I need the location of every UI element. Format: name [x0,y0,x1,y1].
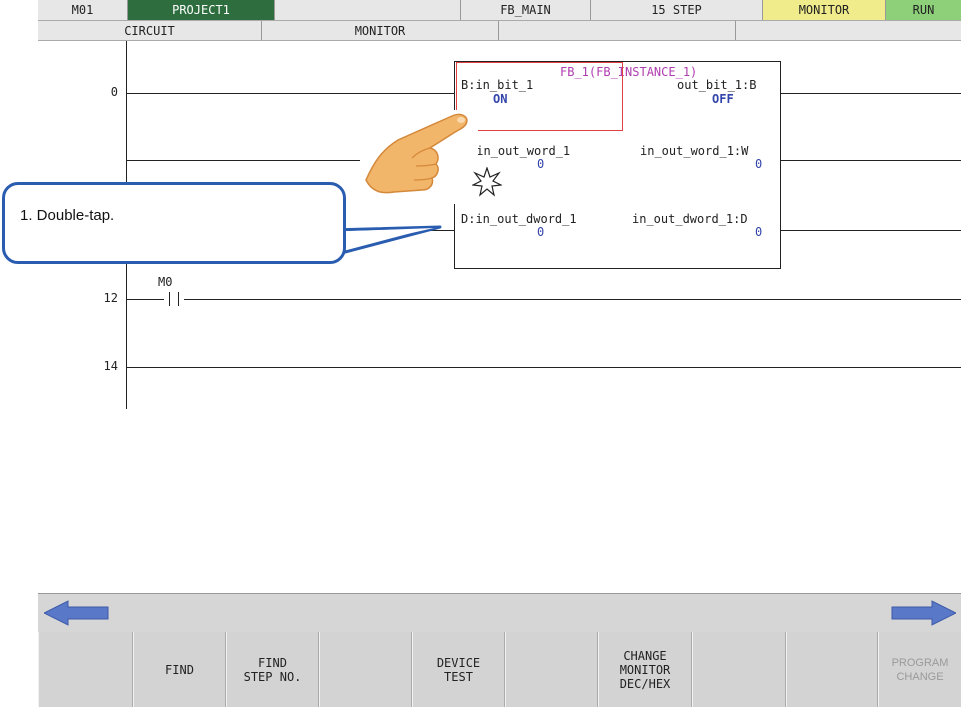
fkey-9[interactable] [786,632,878,707]
tap-target-highlight [456,62,623,131]
hand-pointer-icon [360,110,478,204]
fkey-8[interactable] [692,632,786,707]
sub-status-blank [499,21,736,40]
program-change-button[interactable]: PROGRAM CHANGE [878,632,961,707]
find-step-no-button[interactable]: FIND STEP NO. [226,632,319,707]
status-blank [275,0,461,20]
step-number: 14 [103,359,118,373]
run-badge: RUN [886,0,961,20]
contact-label: M0 [158,275,173,289]
fb-input-value: 0 [537,157,545,171]
fb-output-value: 0 [755,225,763,239]
mode-badge: MONITOR [763,0,886,20]
rung-line [126,93,454,94]
rung-line [780,93,961,94]
right-arrow-icon[interactable] [890,600,956,626]
rung-line [126,299,164,300]
fb-input-label: D:in_out_dword_1 [461,212,577,226]
plc-screen: M01 PROJECT1 FB_MAIN 15 STEP MONITOR RUN… [38,0,961,707]
machine-label: M01 [38,0,128,20]
fkey-6[interactable] [505,632,598,707]
sub-status-bar: CIRCUIT MONITOR [38,21,961,41]
fb-output-label: out_bit_1:B [677,78,757,92]
fb-input-label: :in_out_word_1 [469,144,571,158]
callout-pointer [330,225,442,258]
fb-output-value: OFF [712,92,734,106]
left-arrow-icon[interactable] [44,600,110,626]
program-name: FB_MAIN [461,0,591,20]
change-monitor-button[interactable]: CHANGE MONITOR DEC/HEX [598,632,692,707]
fb-input-value: 0 [537,225,545,239]
project-name: PROJECT1 [128,0,275,20]
status-bar: M01 PROJECT1 FB_MAIN 15 STEP MONITOR RUN [38,0,961,21]
rung-line [780,160,961,161]
fkey-4[interactable] [319,632,412,707]
fb-output-label: in_out_dword_1:D [632,212,748,226]
rung-line [126,367,961,368]
sub-status-blank-2 [736,21,961,40]
step-number: 0 [110,85,118,99]
contact-m0[interactable]: M0 [158,275,184,309]
circuit-label: CIRCUIT [38,21,262,40]
function-key-bar: FIND FIND STEP NO. DEVICE TEST CHANGE MO… [38,632,961,707]
monitor-label: MONITOR [262,21,499,40]
device-test-button[interactable]: DEVICE TEST [412,632,505,707]
rung-line [184,299,961,300]
rung-line [780,230,961,231]
fkey-1[interactable] [38,632,133,707]
find-button[interactable]: FIND [133,632,226,707]
callout-text: 1. Double-tap. [20,207,115,224]
step-number: 12 [103,291,118,305]
fb-output-label: in_out_word_1:W [640,144,749,158]
step-count: 15 STEP [591,0,763,20]
scroll-bar [38,593,961,633]
tap-burst-icon [472,167,502,197]
fb-output-value: 0 [755,157,763,171]
